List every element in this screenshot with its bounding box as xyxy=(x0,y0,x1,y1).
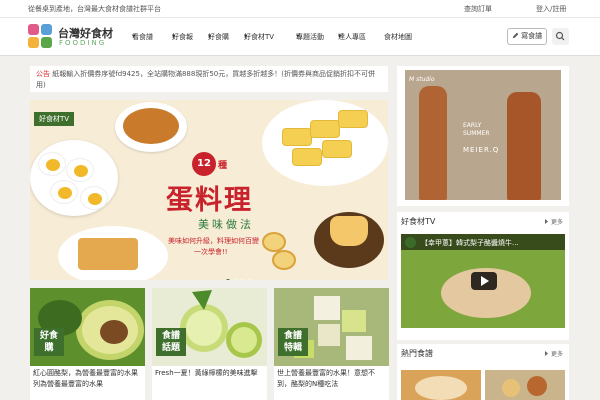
ad-brand: MEIER.Q xyxy=(463,146,500,154)
sidebar-ad[interactable]: M studio EARLY SUMMER MEIER.Q xyxy=(397,66,569,206)
order-lookup-link[interactable]: 查詢訂單 xyxy=(464,4,492,14)
card-label: 好食購 xyxy=(34,328,64,356)
nav-item-experts[interactable]: 達人專區 ▾ xyxy=(338,32,366,41)
egg-half xyxy=(50,180,78,204)
hot-recipe-thumbnails[interactable] xyxy=(401,370,565,400)
pudding-image xyxy=(314,212,384,268)
card-label: 食譜話題 xyxy=(156,328,186,356)
site-header: 台灣好食材 FOODING 看食譜 ▾ 好食報 ▾ 好食購 ▾ 好食材TV ▾ … xyxy=(0,18,600,56)
nav-item-shop[interactable]: 好食購 ▾ xyxy=(208,32,229,41)
announcement-bar[interactable]: 公告 紙報輸入折價券序號fd9425，全站購物滿888現折50元，買越多折越多！… xyxy=(30,66,388,92)
write-recipe-button[interactable]: 寫食譜 xyxy=(507,28,547,45)
tv-more-link[interactable]: 更多 xyxy=(544,217,563,226)
card-text: Fresh一夏！黃綠檸檬的美味進擊 xyxy=(155,369,258,377)
card-text: 紅心圓酪梨，為營養最豐富的水果列為營養最豐富的水果 xyxy=(33,369,138,388)
hero-tagline-2: 一次學會!! xyxy=(194,248,228,256)
login-register-link[interactable]: 登入/註冊 xyxy=(536,4,566,14)
more-arrow-icon xyxy=(545,351,549,356)
hero-banner[interactable]: 好食材TV 12 種 蛋料理 美味做法 美味如何升級，料理如何百變 一次學會!! xyxy=(30,100,388,280)
card-text: 世上營養最豐富的水果！意想不到，酪梨的N種吃法 xyxy=(277,369,375,388)
hot-recipes-widget: 熱門食譜 更多 xyxy=(397,344,569,400)
nav-item-recipes[interactable]: 看食譜 ▾ xyxy=(132,32,153,41)
tv-widget: 好食材TV 更多 【幸甲蔥】韓式梨子酪醬燒牛... xyxy=(397,212,569,340)
ad-corner-logo: M studio xyxy=(409,76,435,83)
pencil-icon xyxy=(512,32,519,39)
play-icon[interactable] xyxy=(471,272,497,290)
salad-bowl-image xyxy=(115,102,187,152)
announcement-text: 紙報輸入折價券序號fd9425，全站購物滿888現折50元，買越多折越多！(折價… xyxy=(36,70,375,89)
egg-cup-image xyxy=(262,232,286,252)
article-card-avocado[interactable]: 好食購 紅心圓酪梨，為營養最豐富的水果列為營養最豐富的水果 xyxy=(30,288,145,400)
nav-item-events[interactable]: 專題活動 ▾ xyxy=(296,32,324,41)
tv-widget-title: 好食材TV xyxy=(401,217,436,226)
ad-text: EARLY SUMMER xyxy=(463,122,490,137)
search-button[interactable] xyxy=(552,28,569,45)
site-tagline: 從餐桌到產地，台灣最大食材食譜社群平台 xyxy=(28,5,161,13)
more-arrow-icon xyxy=(545,219,549,224)
article-card-lemon[interactable]: 食譜話題 Fresh一夏！黃綠檸檬的美味進擊 xyxy=(152,288,267,400)
video-title[interactable]: 【幸甲蔥】韓式梨子酪醬燒牛... xyxy=(421,238,519,248)
carousel-dot[interactable] xyxy=(247,279,251,280)
egg-half xyxy=(38,152,66,176)
card-label: 食譜特輯 xyxy=(278,328,308,356)
egg-half xyxy=(80,186,108,210)
quiche-image xyxy=(58,226,168,280)
egg-roll-plate-image xyxy=(262,100,388,186)
egg-cup-image xyxy=(272,250,296,270)
announcement-label: 公告 xyxy=(36,70,50,78)
search-icon xyxy=(555,31,565,41)
carousel-dot[interactable] xyxy=(226,279,230,280)
top-bar: 從餐桌到產地，台灣最大食材食譜社群平台 查詢訂單 登入/註冊 xyxy=(0,0,600,18)
nav-item-map[interactable]: 食材地圖 xyxy=(384,32,412,42)
logo-icon[interactable] xyxy=(28,24,54,50)
hot-more-link[interactable]: 更多 xyxy=(544,349,563,358)
hot-recipes-title: 熱門食譜 xyxy=(401,349,433,358)
nav-item-tv[interactable]: 好食材TV ▾ xyxy=(244,32,274,41)
model-figure xyxy=(507,92,541,200)
carousel-dots xyxy=(226,268,254,280)
egg-half xyxy=(66,158,94,182)
hero-title: 蛋料理 xyxy=(166,185,253,216)
carousel-dot[interactable] xyxy=(240,279,244,280)
ad-image: M studio EARLY SUMMER MEIER.Q xyxy=(405,70,561,200)
hero-tag: 好食材TV xyxy=(34,112,75,126)
nav-item-news[interactable]: 好食報 ▾ xyxy=(172,32,193,41)
hero-tagline-1: 美味如何升級，料理如何百變 xyxy=(168,237,259,245)
hero-subtitle: 美味做法 xyxy=(198,218,254,231)
logo-subtitle: FOODING xyxy=(59,39,107,47)
channel-avatar[interactable] xyxy=(405,237,416,248)
model-figure xyxy=(419,86,447,200)
video-player[interactable]: 【幸甲蔥】韓式梨子酪醬燒牛... xyxy=(401,234,565,328)
carousel-dot[interactable] xyxy=(233,279,237,280)
hero-count-suffix: 種 xyxy=(218,161,228,171)
hero-count-badge: 12 xyxy=(192,152,216,176)
article-card-avocado-recipes[interactable]: 食譜特輯 世上營養最豐富的水果！意想不到，酪梨的N種吃法 xyxy=(274,288,389,400)
